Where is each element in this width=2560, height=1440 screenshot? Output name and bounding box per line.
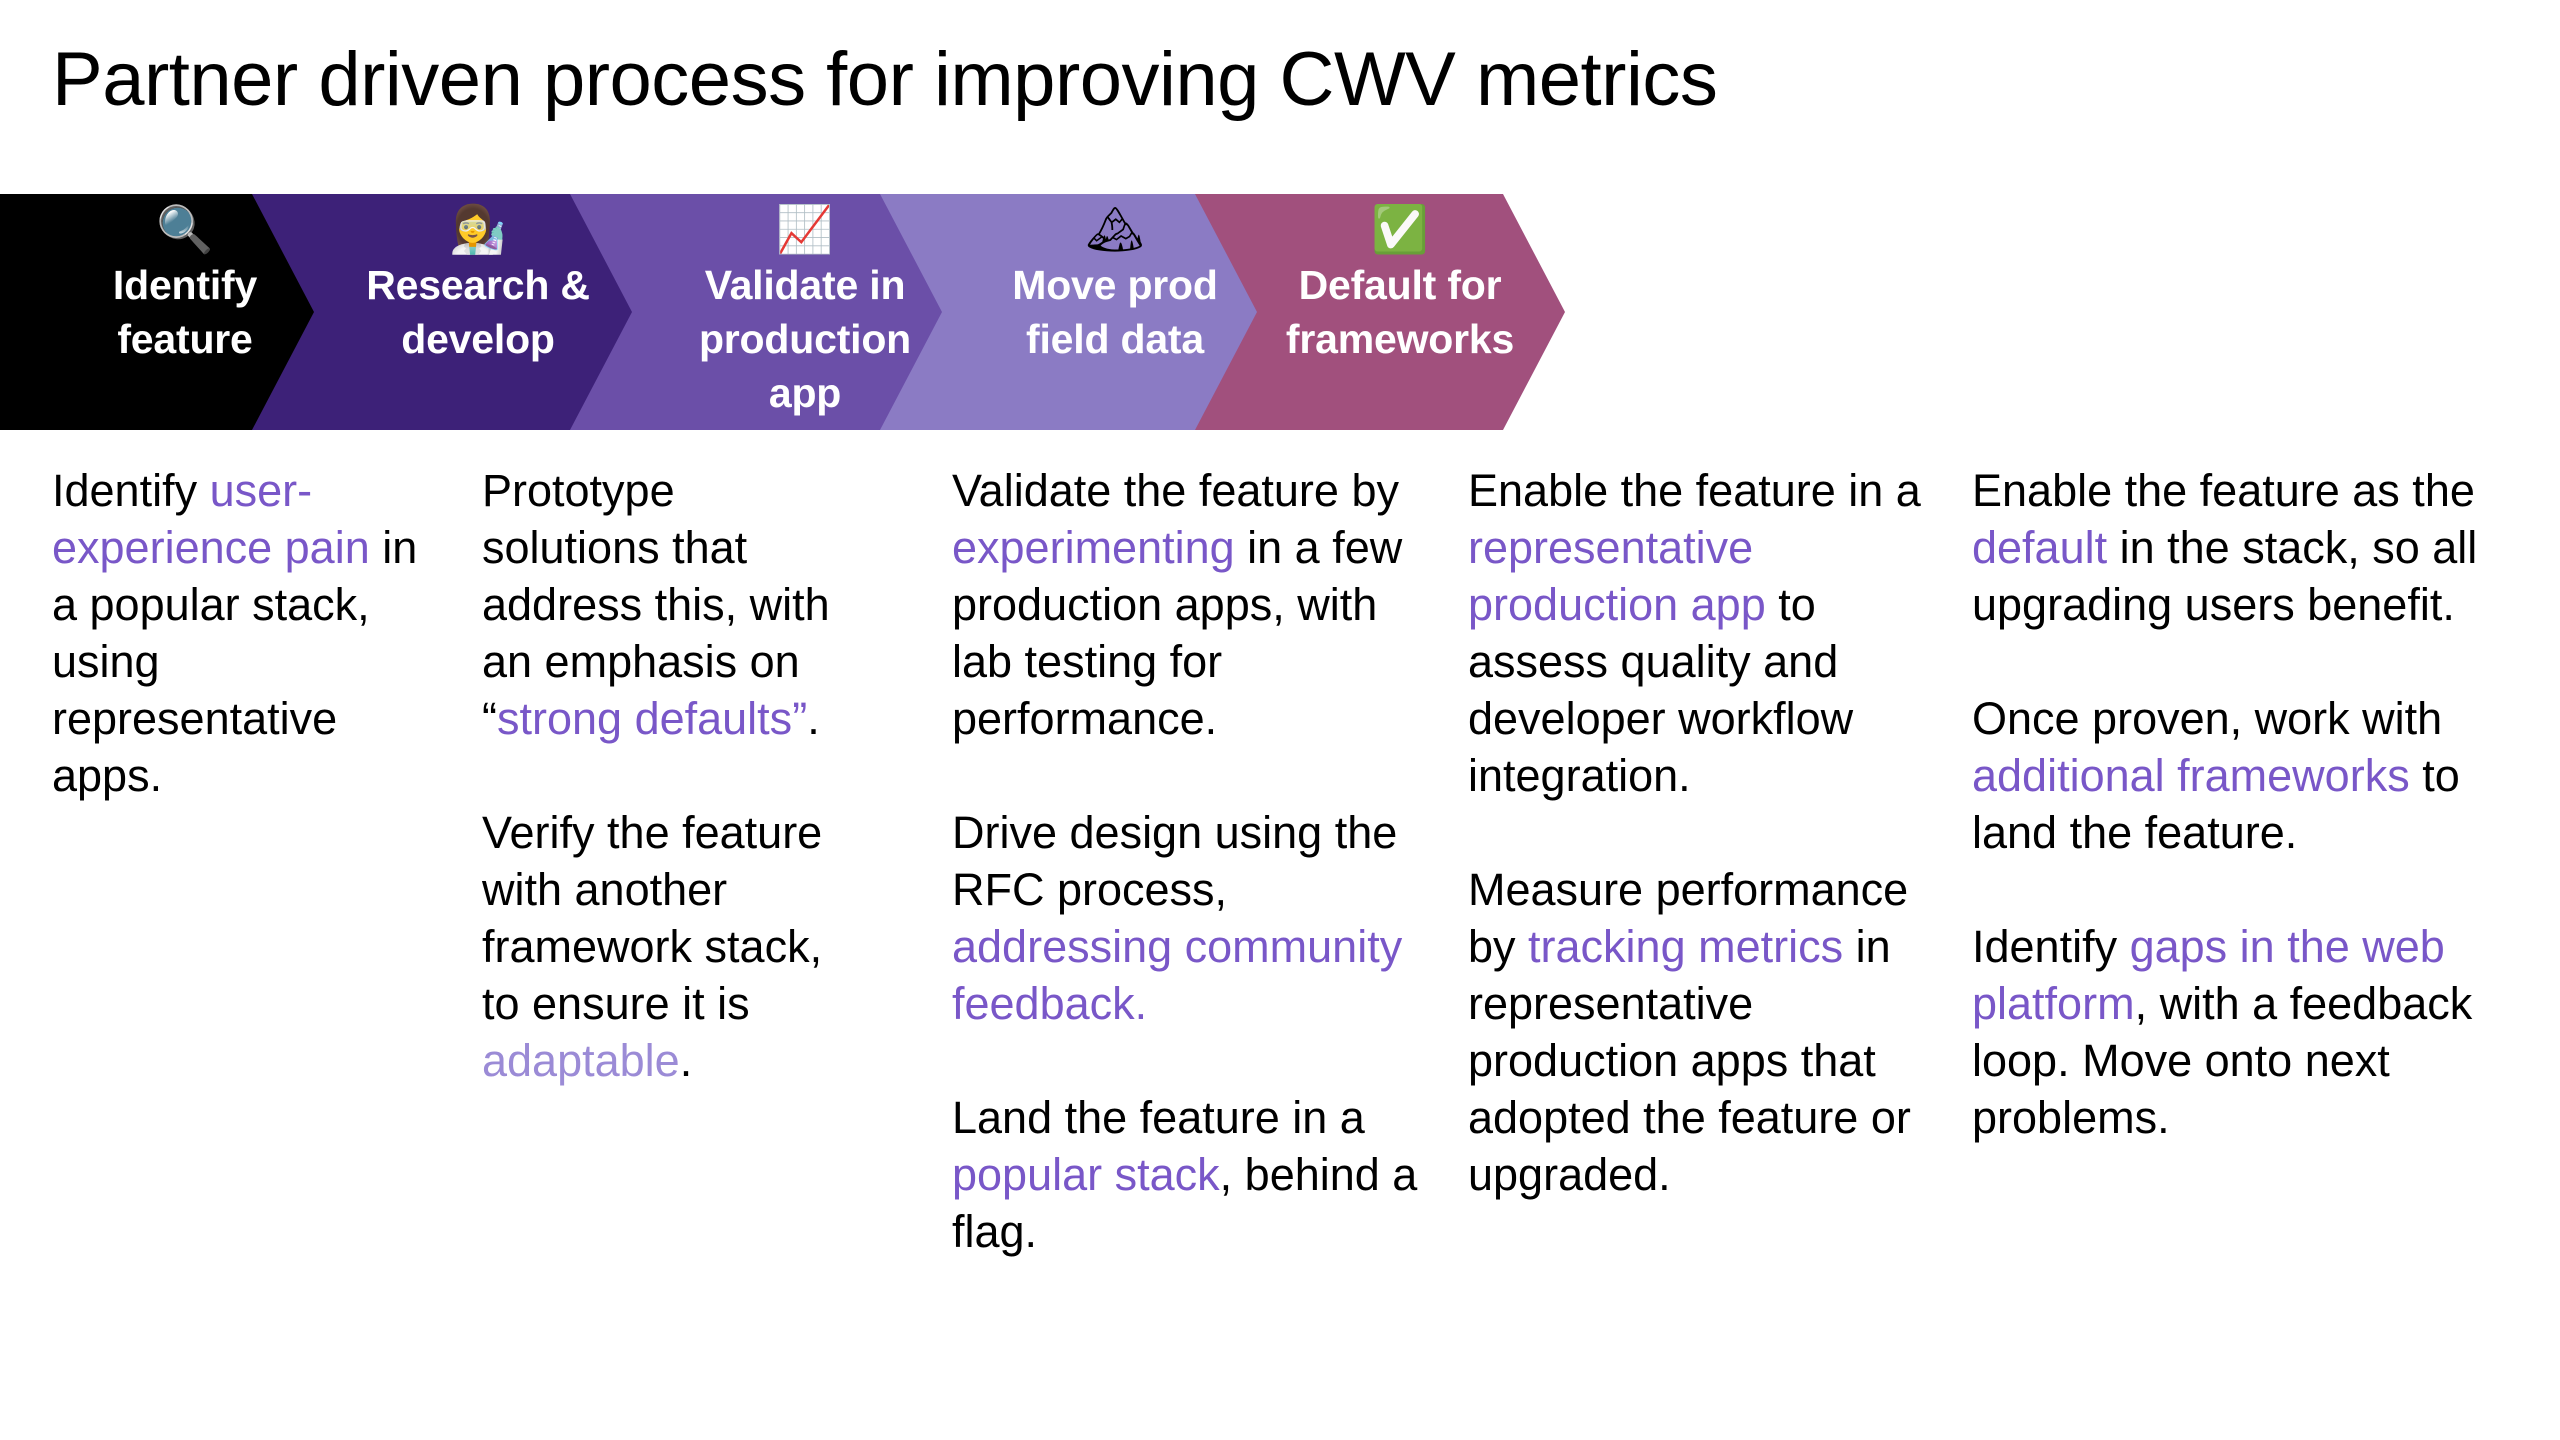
stage-label-default-for-frameworks: Default for frameworks bbox=[1285, 262, 1515, 362]
highlight-run: tracking metrics bbox=[1528, 921, 1844, 972]
paragraph: Measure performance by tracking metrics … bbox=[1468, 861, 1923, 1203]
page-title: Partner driven process for improving CWV… bbox=[52, 37, 1718, 122]
highlight-run: experimenting bbox=[952, 522, 1235, 573]
paragraph: Identify user-experience pain in a popul… bbox=[52, 462, 422, 804]
column-identify-feature-body: Identify user-experience pain in a popul… bbox=[52, 462, 422, 804]
paragraph: Once proven, work with additional framew… bbox=[1972, 690, 2517, 861]
text-run: Enable the feature as the bbox=[1972, 465, 2475, 516]
slide-canvas: Partner driven process for improving CWV… bbox=[0, 0, 2560, 1440]
highlight-run: default bbox=[1972, 522, 2108, 573]
snow-capped-mountain-icon: 🏔 bbox=[1085, 203, 1145, 255]
stage-label-identify-feature: Identify feature bbox=[112, 262, 258, 362]
paragraph: Validate the feature by experimenting in… bbox=[952, 462, 1432, 747]
chart-increasing-icon: 📈 bbox=[776, 203, 834, 255]
paragraph: Drive design using the RFC process, addr… bbox=[952, 804, 1432, 1032]
text-run: . bbox=[807, 693, 820, 744]
text-run: Verify the feature with another framewor… bbox=[482, 807, 823, 1029]
highlight-run: ” bbox=[792, 693, 808, 744]
column-move-prod-field-data-body: Enable the feature in a representative p… bbox=[1468, 462, 1923, 1203]
process-chevron-band: 🔍 Identify feature 👩‍🔬 Research & develop 📈 Val… bbox=[0, 194, 2560, 430]
process-description-columns: Identify user-experience pain in a popul… bbox=[0, 462, 2560, 1362]
column-default-for-frameworks-body: Enable the feature as the default in the… bbox=[1972, 462, 2517, 1146]
stage-label-research-develop: Research & develop bbox=[366, 262, 590, 362]
paragraph: Enable the feature as the default in the… bbox=[1972, 462, 2517, 633]
paragraph: Prototype solutions that address this, w… bbox=[482, 462, 862, 747]
check-mark-button-icon: ✅ bbox=[1371, 203, 1429, 255]
highlight-run: representative production app bbox=[1468, 522, 1766, 630]
magnifying-glass-icon: 🔍 bbox=[156, 203, 214, 255]
text-run: . bbox=[679, 1035, 693, 1086]
stage-label-move-prod-field-data: Move prod field data bbox=[1012, 262, 1218, 362]
text-run: Enable the feature in a bbox=[1468, 465, 1921, 516]
paragraph: Identify gaps in the web platform, with … bbox=[1972, 918, 2517, 1146]
text-run: Once proven, work with bbox=[1972, 693, 2443, 744]
text-run: Identify bbox=[1972, 921, 2130, 972]
paragraph: Verify the feature with another framewor… bbox=[482, 804, 862, 1089]
highlight-run: adaptable bbox=[482, 1035, 680, 1086]
highlight-run: addressing community feedback. bbox=[952, 921, 1403, 1029]
scientist-icon: 👩‍🔬 bbox=[449, 203, 507, 255]
text-run: Identify bbox=[52, 465, 210, 516]
column-research-develop-body: Prototype solutions that address this, w… bbox=[482, 462, 862, 1089]
text-run: Validate the feature by bbox=[952, 465, 1399, 516]
paragraph: Enable the feature in a representative p… bbox=[1468, 462, 1923, 804]
stage-label-validate-in-production-app: Validate in production app bbox=[698, 262, 912, 416]
text-run: Land the feature in a bbox=[952, 1092, 1365, 1143]
column-validate-in-production-app-body: Validate the feature by experimenting in… bbox=[952, 462, 1432, 1260]
highlight-run: strong defaults bbox=[497, 693, 793, 744]
highlight-run: additional frameworks bbox=[1972, 750, 2410, 801]
highlight-run: popular stack bbox=[952, 1149, 1220, 1200]
paragraph: Land the feature in a popular stack, beh… bbox=[952, 1089, 1432, 1260]
text-run: Drive design using the RFC process, bbox=[952, 807, 1398, 915]
